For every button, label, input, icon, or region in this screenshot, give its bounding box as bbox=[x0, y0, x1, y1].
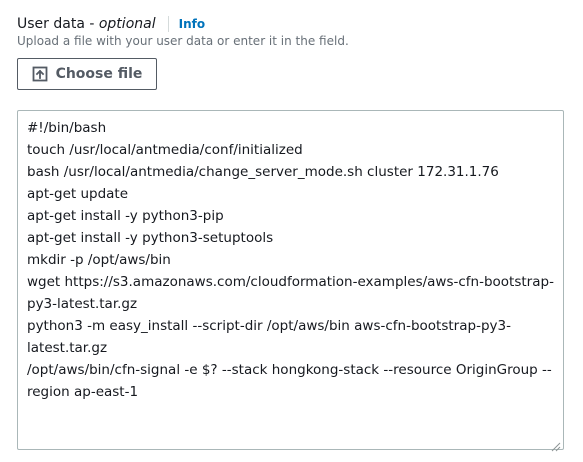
code-line: /opt/aws/bin/cfn-signal -e $? --stack ho… bbox=[27, 362, 552, 378]
code-line: python3 -m easy_install --script-dir /op… bbox=[27, 318, 511, 334]
code-line: apt-get update bbox=[27, 186, 129, 202]
code-line: mkdir -p /opt/aws/bin bbox=[27, 252, 171, 268]
code-line: touch /usr/local/antmedia/conf/initializ… bbox=[27, 142, 303, 158]
choose-file-button[interactable]: Choose file bbox=[17, 58, 157, 90]
field-label-separator: - bbox=[84, 16, 99, 32]
upload-icon bbox=[32, 66, 48, 82]
user-data-textarea[interactable]: #!/bin/bash touch /usr/local/antmedia/co… bbox=[17, 110, 564, 452]
code-line: region ap-east-1 bbox=[27, 384, 139, 400]
code-line: #!/bin/bash bbox=[27, 120, 107, 136]
field-label-row: User data - optional Info bbox=[17, 14, 205, 34]
code-line: wget https://s3.amazonaws.com/cloudforma… bbox=[27, 274, 554, 290]
optional-tag: optional bbox=[98, 16, 156, 32]
info-link[interactable]: Info bbox=[179, 17, 205, 31]
code-line: apt-get install -y python3-setuptools bbox=[27, 230, 274, 246]
field-label: User data bbox=[17, 16, 85, 32]
code-line: py3-latest.tar.gz bbox=[27, 296, 138, 312]
field-description: Upload a file with your user data or ent… bbox=[17, 34, 349, 48]
user-data-content[interactable]: #!/bin/bash touch /usr/local/antmedia/co… bbox=[27, 117, 554, 403]
code-line: bash /usr/local/antmedia/change_server_m… bbox=[27, 164, 499, 180]
choose-file-label: Choose file bbox=[55, 66, 143, 82]
resize-handle-icon[interactable] bbox=[551, 437, 561, 452]
label-divider bbox=[167, 16, 169, 32]
code-line: apt-get install -y python3-pip bbox=[27, 208, 224, 224]
code-line: latest.tar.gz bbox=[27, 340, 108, 356]
